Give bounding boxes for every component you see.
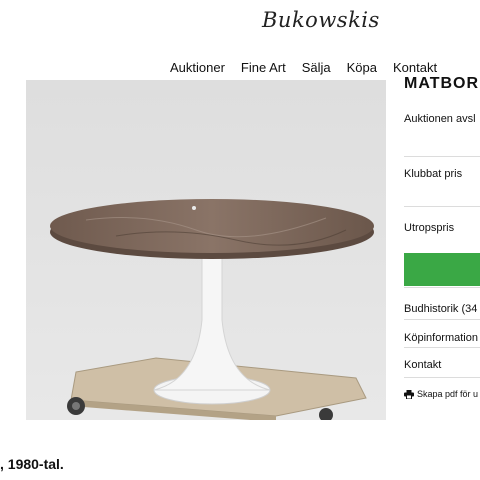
divider [404, 206, 480, 207]
table-photo-illustration [26, 80, 386, 420]
estimate-label: Utropspris [404, 222, 455, 234]
divider [404, 319, 480, 320]
product-caption: , 1980-tal. [0, 456, 64, 472]
auction-status: Auktionen avsl [404, 113, 476, 125]
nav-item-kontakt[interactable]: Kontakt [393, 60, 437, 75]
product-image[interactable] [26, 80, 386, 420]
nav-item-kopa[interactable]: Köpa [347, 60, 377, 75]
main-nav: Auktioner Fine Art Sälja Köpa Kontakt [170, 60, 437, 75]
create-pdf-link[interactable]: Skapa pdf för u [404, 389, 478, 399]
product-title: MATBORD [404, 75, 480, 92]
divider [404, 377, 480, 378]
nav-item-salja[interactable]: Sälja [302, 60, 331, 75]
purchase-info-link[interactable]: Köpinformation [404, 332, 478, 344]
printer-icon [404, 389, 414, 399]
bid-button[interactable] [404, 253, 480, 286]
divider [404, 287, 480, 288]
site-logo[interactable]: Bukowskis [262, 8, 380, 32]
bid-history-link[interactable]: Budhistorik (34 [404, 303, 477, 315]
hammer-price-label: Klubbat pris [404, 168, 463, 180]
create-pdf-label: Skapa pdf för u [417, 389, 479, 399]
nav-item-auktioner[interactable]: Auktioner [170, 60, 225, 75]
divider [404, 347, 480, 348]
contact-link[interactable]: Kontakt [404, 359, 441, 371]
nav-item-fine-art[interactable]: Fine Art [241, 60, 286, 75]
divider [404, 156, 480, 157]
